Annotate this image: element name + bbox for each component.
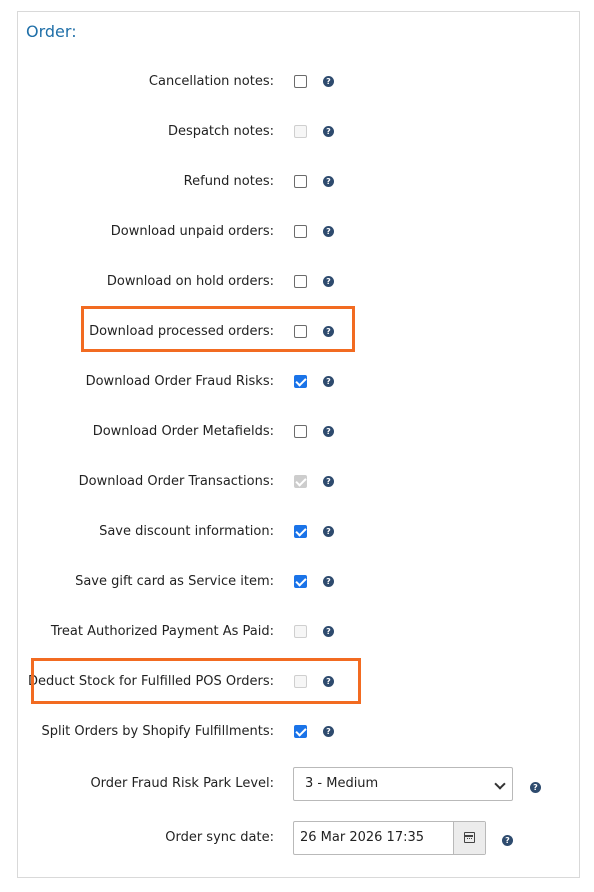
setting-checkbox[interactable] (294, 525, 307, 538)
setting-row: Cancellation notes:? (18, 67, 581, 97)
setting-checkbox (294, 125, 307, 138)
setting-label: Download on hold orders: (106, 274, 274, 289)
help-icon[interactable]: ? (323, 526, 334, 537)
chevron-down-icon (494, 778, 506, 790)
calendar-icon (464, 832, 475, 843)
setting-label: Refund notes: (183, 174, 274, 189)
setting-checkbox[interactable] (294, 375, 307, 388)
help-icon[interactable]: ? (502, 835, 513, 846)
setting-checkbox[interactable] (294, 275, 307, 288)
calendar-button[interactable] (453, 822, 485, 854)
setting-label: Despatch notes: (167, 124, 274, 139)
sync-date-label: Order sync date: (165, 830, 274, 845)
setting-label: Cancellation notes: (148, 74, 274, 89)
help-icon[interactable]: ? (530, 782, 541, 793)
sync-date-input[interactable]: 26 Mar 2026 17:35 (293, 821, 486, 855)
setting-checkbox[interactable] (294, 575, 307, 588)
help-icon[interactable]: ? (323, 626, 334, 637)
highlight-download-processed (81, 306, 355, 352)
setting-checkbox[interactable] (294, 175, 307, 188)
section-title: Order: (26, 22, 77, 41)
setting-row: Save gift card as Service item:? (18, 567, 581, 597)
help-icon[interactable]: ? (323, 476, 334, 487)
setting-row: Split Orders by Shopify Fulfillments:? (18, 717, 581, 747)
fraud-risk-label: Order Fraud Risk Park Level: (90, 776, 274, 791)
help-icon[interactable]: ? (323, 376, 334, 387)
setting-row: Download Order Transactions:? (18, 467, 581, 497)
setting-row: Download Order Fraud Risks:? (18, 367, 581, 397)
setting-checkbox[interactable] (294, 225, 307, 238)
setting-label: Split Orders by Shopify Fulfillments: (41, 724, 274, 739)
setting-label: Download Order Fraud Risks: (85, 374, 274, 389)
setting-row: Save discount information:? (18, 517, 581, 547)
setting-label: Treat Authorized Payment As Paid: (50, 624, 274, 639)
fraud-risk-select[interactable]: 3 - Medium (293, 767, 513, 801)
help-icon[interactable]: ? (323, 576, 334, 587)
setting-label: Download Order Metafields: (92, 424, 274, 439)
setting-label: Download Order Transactions: (78, 474, 274, 489)
setting-checkbox[interactable] (294, 425, 307, 438)
help-icon[interactable]: ? (323, 276, 334, 287)
setting-row: Refund notes:? (18, 167, 581, 197)
setting-checkbox (294, 475, 307, 488)
setting-label: Save gift card as Service item: (75, 574, 274, 589)
help-icon[interactable]: ? (323, 76, 334, 87)
setting-label: Download unpaid orders: (110, 224, 274, 239)
fraud-risk-value: 3 - Medium (305, 776, 379, 791)
setting-label: Save discount information: (99, 524, 274, 539)
setting-checkbox (294, 625, 307, 638)
help-icon[interactable]: ? (323, 226, 334, 237)
help-icon[interactable]: ? (323, 426, 334, 437)
help-icon[interactable]: ? (323, 176, 334, 187)
setting-checkbox[interactable] (294, 75, 307, 88)
setting-checkbox[interactable] (294, 725, 307, 738)
setting-row: Treat Authorized Payment As Paid:? (18, 617, 581, 647)
order-settings-panel: Order: Cancellation notes:? Despatch note… (17, 11, 580, 878)
setting-row: Despatch notes:? (18, 117, 581, 147)
setting-row: Download Order Metafields:? (18, 417, 581, 447)
help-icon[interactable]: ? (323, 126, 334, 137)
setting-row: Download unpaid orders:? (18, 217, 581, 247)
sync-date-value: 26 Mar 2026 17:35 (300, 830, 425, 845)
help-icon[interactable]: ? (323, 726, 334, 737)
setting-row: Download on hold orders:? (18, 267, 581, 297)
highlight-deduct-stock (31, 658, 361, 704)
